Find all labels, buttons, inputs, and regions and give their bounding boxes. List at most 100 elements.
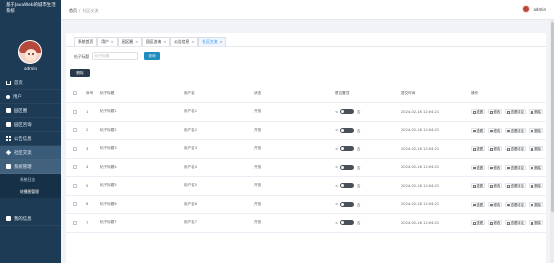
search-input[interactable]: 帖子标题 [92,52,138,60]
edit-button[interactable]: 修改 [488,220,503,226]
view-comments-button[interactable]: 查看评论 [505,201,526,207]
delete-row-button[interactable]: 删除 [528,146,543,152]
checkbox[interactable] [73,220,77,225]
action-label: 查看 [476,202,484,207]
pin-toggle[interactable] [340,146,355,152]
checkbox[interactable] [73,183,77,188]
tab-park-news[interactable]: 园区咨询 × [142,37,171,46]
view-comments-button[interactable]: 查看评论 [505,164,526,170]
sidebar: 基于JavaWeb的城市生活系统 admin 首页 用户 园区圈 园区咨询 公告… [0,0,61,263]
view-comments-button[interactable]: 查看评论 [505,220,526,226]
tab-label: 社区交流 [202,39,218,44]
search-button[interactable]: 查询 [144,52,160,60]
view-comments-button[interactable]: 查看评论 [505,127,526,133]
tab-forum[interactable]: 社区交流 × [198,37,227,46]
chevron-left-icon[interactable]: < [335,128,338,132]
checkbox[interactable] [73,109,77,114]
select-all[interactable] [66,91,86,95]
view-comments-button[interactable]: 查看评论 [505,146,526,152]
view-comments-button[interactable]: 查看评论 [505,183,526,189]
submenu-item-carousel[interactable]: 轮播图管理 [0,186,61,198]
row-select[interactable] [66,146,86,151]
checkbox[interactable] [73,165,77,170]
tab-home[interactable]: 系统首页 [74,37,98,46]
edit-button[interactable]: 修改 [488,183,503,189]
row-select[interactable] [66,183,86,188]
checkbox[interactable] [73,128,77,133]
view-comments-button[interactable]: 查看评论 [505,109,526,115]
pin-toggle[interactable] [340,164,355,170]
action-label: 查看评论 [510,165,524,170]
pin-toggle[interactable] [340,201,355,207]
sidebar-item-home[interactable]: 首页 [0,76,61,90]
submenu-item-log[interactable]: 系统日志 [0,174,61,186]
tab-park-circle[interactable]: 园区圈 × [117,37,143,46]
delete-row-button[interactable]: 删除 [528,183,543,189]
action-label: 删除 [534,165,541,170]
row-select[interactable] [66,165,86,170]
view-button[interactable]: 查看 [471,183,486,189]
close-icon[interactable]: × [163,38,166,46]
trash-icon [530,222,534,225]
row-select[interactable] [66,202,86,207]
chevron-left-icon[interactable]: < [335,165,338,169]
view-button[interactable]: 查看 [471,201,486,207]
edit-button[interactable]: 修改 [488,127,503,133]
edit-button[interactable]: 修改 [488,164,503,170]
sidebar-item-park-circle[interactable]: 园区圈 [0,104,61,118]
view-button[interactable]: 查看 [471,109,486,115]
delete-row-button[interactable]: 删除 [528,220,543,226]
view-button[interactable]: 查看 [471,146,486,152]
breadcrumb-home[interactable]: 首页 [69,8,77,13]
scrollbar-thumb[interactable] [550,22,554,212]
tab-notice[interactable]: 公告信息 × [170,37,199,46]
sidebar-item-user[interactable]: 用户 [0,90,61,104]
view-button[interactable]: 查看 [471,220,486,226]
delete-row-button[interactable]: 删除 [528,201,543,207]
chevron-left-icon[interactable]: < [335,184,338,188]
close-icon[interactable]: × [111,38,114,46]
close-icon[interactable]: × [135,38,138,46]
action-label: 修改 [493,165,501,170]
view-button[interactable]: 查看 [471,127,486,133]
row-select[interactable] [66,128,86,133]
delete-row-button[interactable]: 删除 [528,127,543,133]
tab-user[interactable]: 用户 × [97,37,118,46]
chevron-left-icon[interactable]: < [335,147,338,151]
checkbox[interactable] [73,202,77,207]
sidebar-item-profile[interactable]: 我的信息 [0,212,61,226]
username: 用户名7 [184,220,198,225]
sidebar-item-park-news[interactable]: 园区咨询 [0,118,61,132]
checkbox[interactable] [73,146,77,151]
pin-toggle[interactable] [340,109,355,115]
chevron-left-icon[interactable]: < [335,202,338,206]
view-button[interactable]: 查看 [471,164,486,170]
chevron-left-icon[interactable]: < [335,110,338,114]
sidebar-item-notice[interactable]: 公告信息 [0,132,61,146]
action-cell: 查看 修改 查看评论 删除 [471,164,546,170]
username: 用户名6 [184,201,198,206]
square-icon [6,108,11,113]
row-select[interactable] [66,220,86,225]
sidebar-item-system[interactable]: 系统管理 [0,160,61,174]
pin-value: 否 [357,110,361,115]
edit-button[interactable]: 修改 [488,201,503,207]
chevron-left-icon[interactable]: < [335,221,338,225]
pin-toggle[interactable] [340,127,355,133]
close-icon[interactable]: × [191,38,194,46]
pin-toggle[interactable] [340,183,355,189]
edit-button[interactable]: 修改 [488,146,503,152]
edit-button[interactable]: 修改 [488,109,503,115]
pin-toggle[interactable] [340,220,355,226]
delete-row-button[interactable]: 删除 [528,109,543,115]
table-body: 1 帖子标题1 用户名1 开放 < 否 2024-02-16 12:04:21 查看 修改 查看评… [66,103,546,233]
delete-button[interactable]: 删除 [70,69,90,77]
post-title: 帖子标题5 [100,183,117,188]
sidebar-item-forum[interactable]: 社区交流 [0,146,61,160]
square-icon [6,122,11,127]
row-select[interactable] [66,109,86,114]
user-menu[interactable]: admin [522,5,546,13]
checkbox[interactable] [73,91,77,95]
delete-row-button[interactable]: 删除 [528,164,543,170]
close-icon[interactable]: × [219,38,222,46]
